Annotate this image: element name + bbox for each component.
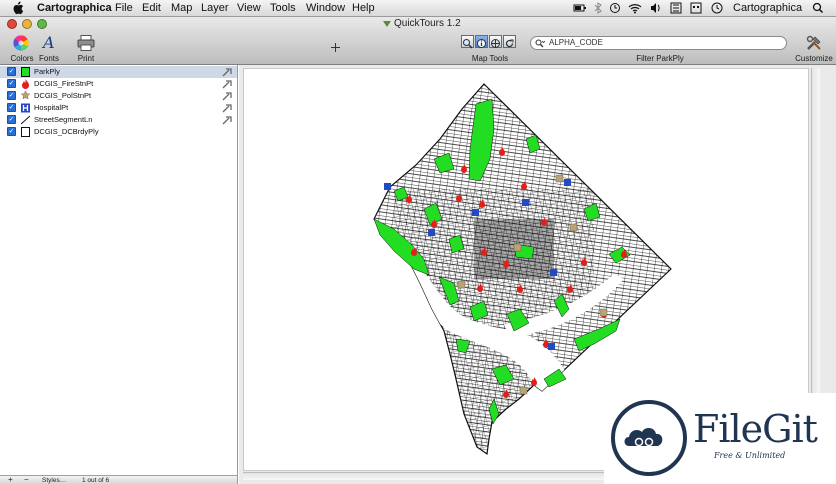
info-tool[interactable] (475, 35, 488, 48)
clock-icon[interactable] (711, 2, 723, 14)
filter-search-field[interactable]: ALPHA_CODE (530, 36, 787, 50)
search-icon (535, 39, 545, 48)
open-layer-icon[interactable] (222, 91, 232, 101)
menu-window[interactable]: Window (306, 2, 345, 14)
menu-map[interactable]: Map (171, 2, 192, 14)
filter-label: Filter ParkPly (636, 54, 684, 63)
menu-edit[interactable]: Edit (142, 2, 161, 14)
layer-count: 1 out of 6 (82, 477, 110, 484)
layer-row-firestnpt[interactable]: ✓ DCGIS_FireStnPt (0, 78, 237, 90)
apple-icon[interactable] (12, 1, 24, 15)
layer-row-streetsegmentln[interactable]: ✓ StreetSegmentLn (0, 114, 237, 126)
wifi-icon[interactable] (628, 2, 642, 14)
color-wheel-icon (13, 35, 29, 51)
close-window-button[interactable] (7, 19, 17, 29)
menu-help[interactable]: Help (352, 2, 375, 14)
zoom-in-tool[interactable] (461, 35, 474, 49)
zoom-icon (463, 39, 473, 49)
font-a-icon: A (43, 33, 55, 52)
layer-row-polstnpt[interactable]: ✓ DCGIS_PolStnPt (0, 90, 237, 102)
fonts-label: Fonts (38, 54, 59, 63)
layer-visibility-checkbox[interactable]: ✓ (7, 103, 16, 112)
layer-row-hospitalpt[interactable]: ✓ HospitalPt (0, 102, 237, 114)
open-layer-icon[interactable] (222, 103, 232, 113)
open-layer-icon[interactable] (222, 79, 232, 89)
layer-name: ParkPly (34, 67, 60, 76)
layer-name: DCGIS_FireStnPt (34, 79, 94, 88)
pan-tool[interactable] (489, 35, 502, 48)
line-icon (21, 115, 30, 125)
print-label: Print (77, 54, 95, 63)
hospital-icon (21, 103, 30, 113)
open-layer-icon[interactable] (222, 67, 232, 77)
menu-tools[interactable]: Tools (270, 2, 296, 14)
empty-square-icon (21, 127, 30, 137)
sidebar-footer: + − Styles… 1 out of 6 (0, 475, 237, 484)
layer-visibility-checkbox[interactable]: ✓ (7, 67, 16, 76)
spotlight-icon[interactable] (812, 2, 824, 14)
fonts-button[interactable]: A Fonts (35, 33, 63, 64)
move-cursor-icon (331, 43, 340, 52)
filegit-logo-icon (611, 400, 687, 476)
add-layer-button[interactable]: + (8, 475, 13, 484)
colors-label: Colors (10, 54, 34, 63)
map-tools-label: Map Tools (471, 54, 509, 63)
printer-icon (77, 35, 95, 51)
layer-row-parkply[interactable]: ✓ ParkPly (0, 66, 237, 78)
layer-name: StreetSegmentLn (34, 115, 93, 124)
rotate-icon (505, 39, 514, 48)
menu-bar: Cartographica File Edit Map Layer View T… (0, 0, 836, 17)
menu-file[interactable]: File (115, 2, 133, 14)
customize-button[interactable]: Customize (793, 34, 835, 64)
document-proxy-icon (383, 21, 391, 27)
print-button[interactable]: Print (72, 34, 100, 64)
pan-icon (491, 39, 500, 48)
watermark-brand: FileGit (693, 407, 818, 451)
minimize-window-button[interactable] (22, 19, 32, 29)
keyboard-icon[interactable] (690, 2, 702, 14)
layer-visibility-checkbox[interactable]: ✓ (7, 79, 16, 88)
bluetooth-icon[interactable] (592, 2, 604, 14)
remove-layer-button[interactable]: − (24, 475, 29, 484)
menu-layer[interactable]: Layer (201, 2, 229, 14)
filter-placeholder: ALPHA_CODE (549, 38, 603, 47)
watermark-tagline: Free & Unlimited (714, 451, 786, 460)
rotate-tool[interactable] (503, 35, 516, 48)
tools-icon (806, 35, 821, 50)
layer-visibility-checkbox[interactable]: ✓ (7, 91, 16, 100)
window-title: QuickTours 1.2 (394, 18, 461, 29)
filegit-watermark: FileGit Free & Unlimited (604, 393, 836, 484)
status-app-name[interactable]: Cartographica (733, 2, 802, 14)
flag-icon[interactable] (670, 2, 682, 14)
styles-menu-button[interactable]: Styles… (42, 477, 66, 484)
open-layer-icon[interactable] (222, 115, 232, 125)
app-menu[interactable]: Cartographica (37, 2, 112, 14)
layer-row-dcbrdyply[interactable]: ✓ DCGIS_DCBrdyPly (0, 126, 237, 138)
layer-name: HospitalPt (34, 103, 69, 112)
layer-name: DCGIS_DCBrdyPly (34, 127, 99, 136)
volume-icon[interactable] (650, 2, 662, 14)
police-badge-icon (21, 91, 30, 100)
layer-visibility-checkbox[interactable]: ✓ (7, 115, 16, 124)
layer-visibility-checkbox[interactable]: ✓ (7, 127, 16, 136)
menu-view[interactable]: View (237, 2, 261, 14)
battery-icon[interactable] (573, 2, 587, 14)
window-toolbar: QuickTours 1.2 Colors A Fonts Print Map … (0, 17, 836, 65)
green-square-icon (21, 67, 30, 77)
layer-list-panel: ✓ ParkPly ✓ DCGIS_FireStnPt ✓ DCGIS_PolS… (0, 65, 238, 484)
info-icon (477, 39, 486, 48)
fire-icon (22, 79, 29, 89)
customize-label: Customize (795, 54, 833, 63)
layer-name: DCGIS_PolStnPt (34, 91, 92, 100)
colors-button[interactable]: Colors (8, 34, 36, 64)
time-machine-icon[interactable] (609, 2, 621, 14)
zoom-window-button[interactable] (37, 19, 47, 29)
